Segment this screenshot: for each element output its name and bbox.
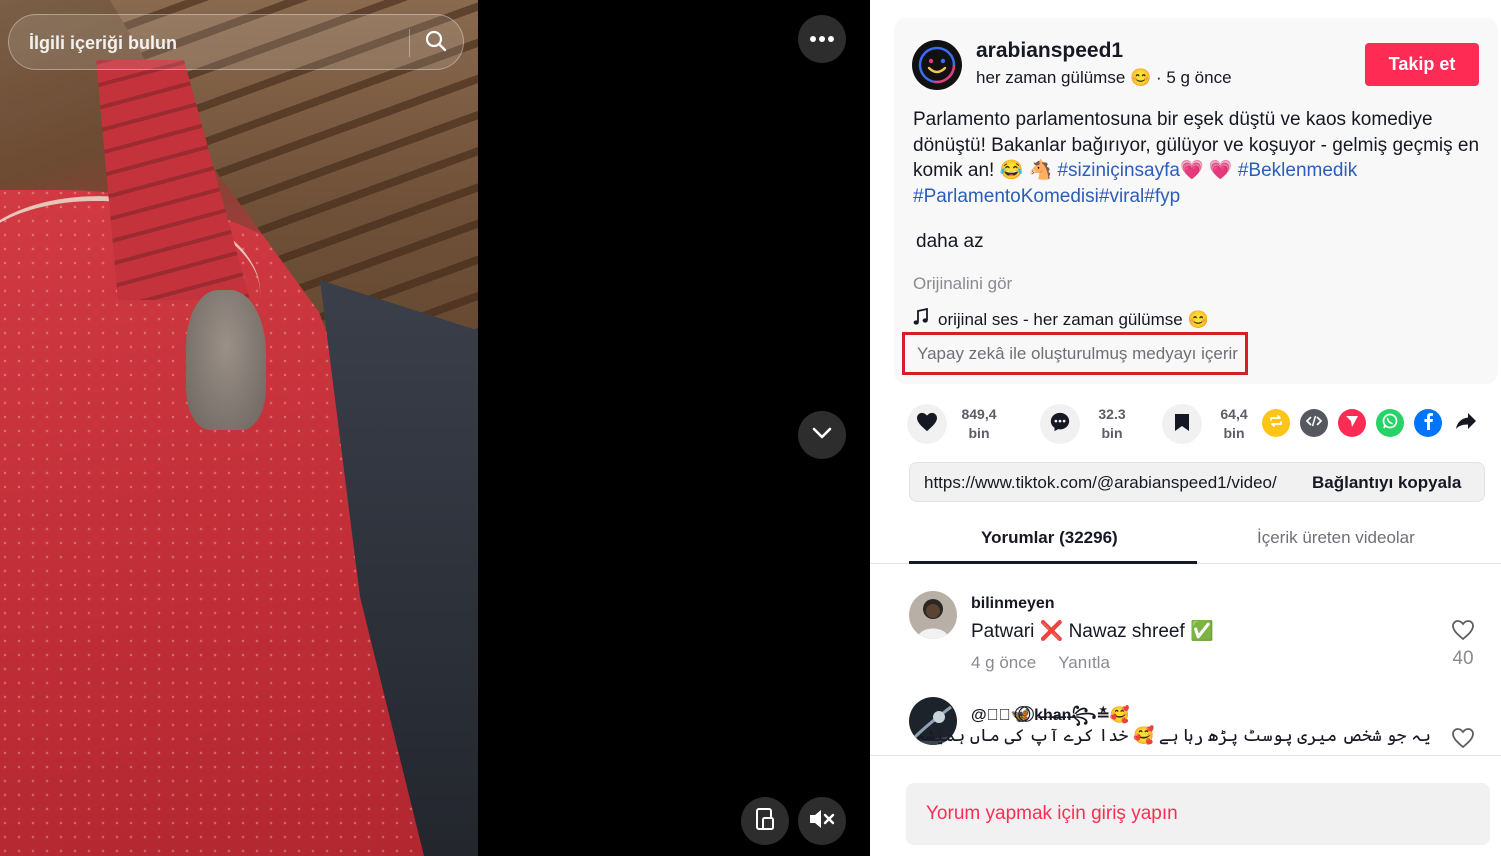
ai-generated-label: Yapay zekâ ile oluşturulmuş medyayı içer…: [902, 332, 1248, 375]
search-icon: [424, 29, 448, 58]
reply-button[interactable]: Yanıtla: [1058, 653, 1110, 672]
tab-creator-videos[interactable]: İçerik üreten videolar: [1257, 528, 1415, 548]
comment-like-button[interactable]: [1446, 727, 1480, 754]
description-card: arabianspeed1 her zaman gülümse 😊 · 5 g …: [894, 18, 1498, 384]
avatar[interactable]: [909, 591, 957, 639]
save-button[interactable]: 64,4 bin: [1162, 404, 1256, 444]
comment-tabs: Yorumlar (32296) İçerik üreten videolar: [870, 520, 1501, 564]
comment-count: 32.3 bin: [1090, 405, 1134, 443]
chevron-down-icon: [810, 421, 834, 450]
save-icon-wrap: [1162, 404, 1202, 444]
embed-icon: [1305, 414, 1323, 433]
more-horizontal-icon: [809, 30, 835, 48]
search-input[interactable]: [27, 15, 397, 71]
tab-comments[interactable]: Yorumlar (32296): [981, 528, 1118, 548]
video-donkey: [186, 290, 266, 430]
whatsapp-button[interactable]: [1376, 409, 1404, 437]
author-avatar[interactable]: [912, 40, 962, 90]
author-display-name[interactable]: her zaman gülümse 😊: [976, 68, 1151, 87]
share-more-button[interactable]: [1452, 409, 1480, 437]
hashtag-link[interactable]: #Beklenmedik: [1238, 160, 1357, 181]
comment-login-bar: Yorum yapmak için giriş yapın: [870, 755, 1501, 856]
search-divider: [409, 29, 410, 57]
follow-button[interactable]: Takip et: [1365, 43, 1479, 86]
comment-button[interactable]: 32.3 bin: [1040, 404, 1134, 444]
embed-button[interactable]: [1300, 409, 1328, 437]
hashtag-link[interactable]: #viral: [1099, 186, 1144, 207]
like-count-value: 849,4: [961, 406, 997, 422]
comment-item: bilinmeyen Patwari ❌ Nawaz shreef ✅ 4 g …: [909, 591, 1484, 681]
like-button[interactable]: 849,4 bin: [907, 404, 1001, 444]
share-arrow-icon: [1455, 412, 1477, 435]
hashtag-link[interactable]: #fyp: [1144, 186, 1180, 207]
volume-muted-icon: [808, 808, 836, 835]
music-note-icon: [913, 307, 929, 331]
video-link[interactable]: https://www.tiktok.com/@arabianspeed1/vi…: [924, 473, 1298, 493]
comment-bubble-icon: [1049, 411, 1071, 438]
login-to-comment-button[interactable]: Yorum yapmak için giriş yapın: [906, 783, 1490, 845]
send-button[interactable]: [1338, 409, 1366, 437]
bookmark-icon: [1173, 412, 1191, 437]
copy-link-button[interactable]: Bağlantıyı kopyala: [1312, 473, 1461, 493]
search-bar: [8, 14, 464, 71]
like-count: 849,4 bin: [957, 405, 1001, 443]
author-subtitle: her zaman gülümse 😊 · 5 g önce: [976, 68, 1232, 88]
video-description: Parlamento parlamentosuna bir eşek düştü…: [913, 107, 1483, 209]
action-bar: 849,4 bin 32.3 bin 64,4 bin: [907, 402, 1487, 446]
picture-in-picture-button[interactable]: [741, 797, 789, 845]
comment-text: Patwari ❌ Nawaz shreef ✅: [971, 621, 1214, 642]
copy-link-box: https://www.tiktok.com/@arabianspeed1/vi…: [909, 462, 1485, 502]
description-hearts: 💗 💗: [1179, 160, 1238, 181]
save-count-unit: bin: [1223, 425, 1245, 441]
author-username[interactable]: arabianspeed1: [976, 39, 1123, 63]
search-button[interactable]: [415, 28, 457, 58]
save-count: 64,4 bin: [1212, 405, 1256, 443]
more-options-button[interactable]: [798, 15, 846, 63]
see-original-button[interactable]: Orijinalini gör: [913, 274, 1012, 294]
comment-list[interactable]: bilinmeyen Patwari ❌ Nawaz shreef ✅ 4 g …: [870, 565, 1501, 755]
hashtag-link[interactable]: #ParlamentoKomedisi: [913, 186, 1099, 207]
comment-text: یہ جو شخص میری پوسٹ پڑھ رہا ہے 🥰 خدا کرے…: [915, 726, 1431, 745]
music-link[interactable]: orijinal ses - her zaman gülümse 😊: [913, 307, 1209, 331]
comment-count-unit: bin: [1101, 425, 1123, 441]
music-title: orijinal ses - her zaman gülümse 😊: [938, 309, 1209, 329]
side-panel: arabianspeed1 her zaman gülümse 😊 · 5 g …: [870, 0, 1501, 856]
comment-item: @꧁⃝🦋⃝ ⃝k̶h̶a̶n̶꧂≛🥰 یہ جو شخص میری پوسٹ پ…: [909, 697, 1484, 755]
like-count-unit: bin: [968, 425, 990, 441]
hashtag-link[interactable]: #siziniçinsayfa: [1057, 160, 1180, 181]
heart-icon: [916, 412, 938, 437]
comment-username[interactable]: bilinmeyen: [971, 595, 1055, 613]
comment-count-value: 32.3: [1098, 406, 1126, 422]
post-time: · 5 g önce: [1155, 68, 1232, 87]
facebook-icon: [1422, 412, 1434, 435]
active-tab-indicator: [909, 561, 1197, 564]
comment-like-count: 40: [1452, 648, 1474, 669]
comment-meta: 4 g önce Yanıtla: [971, 653, 1110, 673]
save-count-value: 64,4: [1220, 406, 1248, 422]
whatsapp-icon: [1381, 412, 1399, 435]
video-frame[interactable]: [0, 0, 478, 856]
video-player[interactable]: [0, 0, 870, 856]
comment-icon-wrap: [1040, 404, 1080, 444]
show-less-button[interactable]: daha az: [916, 231, 984, 253]
send-icon: [1345, 414, 1359, 433]
heart-outline-icon: [1451, 728, 1475, 753]
like-icon-wrap: [907, 404, 947, 444]
facebook-button[interactable]: [1414, 409, 1442, 437]
picture-in-picture-icon: [754, 807, 776, 836]
mute-button[interactable]: [798, 797, 846, 845]
next-video-button[interactable]: [798, 411, 846, 459]
comment-time: 4 g önce: [971, 653, 1037, 672]
repost-icon: [1268, 413, 1284, 434]
repost-button[interactable]: [1262, 409, 1290, 437]
heart-outline-icon: [1451, 620, 1475, 645]
comment-like-button[interactable]: 40: [1446, 619, 1480, 670]
